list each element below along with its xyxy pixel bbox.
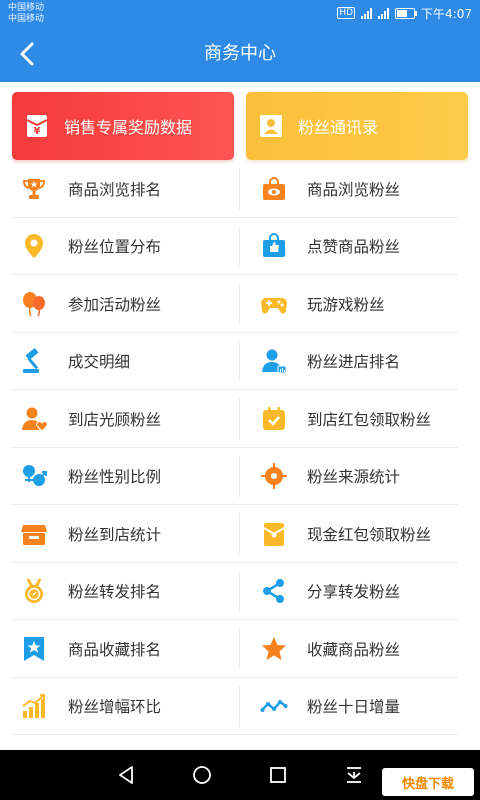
menu-row: 参加活动粉丝 玩游戏粉丝 — [0, 275, 480, 333]
menu-item-product-view-fans[interactable]: 商品浏览粉丝 — [240, 160, 480, 218]
menu-item-label: 粉丝到店统计 — [68, 525, 162, 544]
envelope-icon — [263, 522, 285, 546]
fan-contacts-label: 粉丝通讯录 — [298, 118, 379, 137]
menu-item-label: 点赞商品粉丝 — [307, 238, 401, 257]
menu-row: 商品浏览排名 商品浏览粉丝 — [0, 160, 480, 218]
menu-row: 粉丝到店统计 现金红包领取粉丝 — [0, 505, 480, 563]
menu-item-label: 粉丝来源统计 — [307, 468, 401, 487]
menu-row: 商品收藏排名 收藏商品粉丝 — [0, 620, 480, 678]
menu-item-event-fans[interactable]: 参加活动粉丝 — [0, 275, 239, 333]
nav-recents-icon[interactable] — [266, 763, 290, 787]
medal-icon — [25, 578, 43, 604]
menu-item-label: 粉丝进店排名 — [307, 353, 401, 372]
menu-row: 粉丝转发排名 分享转发粉丝 — [0, 563, 480, 621]
menu-item-label: 粉丝增幅环比 — [68, 698, 162, 717]
menu-item-deal-details[interactable]: 成交明细 — [0, 333, 239, 391]
location-pin-icon — [25, 234, 43, 259]
svg-text:¥: ¥ — [34, 126, 41, 137]
menu-item-product-view-rank[interactable]: 商品浏览排名 — [0, 160, 239, 218]
menu-item-fan-ten-day-increase[interactable]: 粉丝十日增量 — [240, 678, 480, 736]
trophy-icon — [22, 178, 46, 199]
menu-row: 粉丝增幅环比 粉丝十日增量 — [0, 678, 480, 736]
menu-item-label: 分享转发粉丝 — [307, 583, 401, 602]
carrier-label-2: 中国移动 — [8, 14, 45, 24]
menu-item-label: 商品收藏排名 — [68, 640, 162, 659]
menu-item-label: 粉丝转发排名 — [68, 583, 162, 602]
signal-icon-2 — [378, 7, 390, 19]
user-rank-icon — [262, 349, 287, 374]
menu-item-label: 粉丝位置分布 — [68, 238, 162, 257]
menu-item-fan-share-rank[interactable]: 粉丝转发排名 — [0, 563, 239, 621]
feature-cards: ¥ 销售专属奖励数据 粉丝通讯录 — [12, 92, 468, 160]
nav-back-icon[interactable] — [114, 763, 138, 787]
fan-contacts-button[interactable]: 粉丝通讯录 — [246, 92, 468, 160]
status-time: 下午4:07 — [421, 6, 472, 21]
menu-item-label: 商品浏览排名 — [68, 180, 162, 199]
red-envelope-icon: ¥ — [26, 115, 48, 137]
balloons-icon — [23, 291, 45, 317]
watermark-logo: 快盘下载 — [382, 768, 474, 796]
sales-reward-data-button[interactable]: ¥ 销售专属奖励数据 — [12, 92, 234, 160]
contact-card-icon — [260, 115, 282, 137]
menu-item-liked-product-fans[interactable]: 点赞商品粉丝 — [240, 218, 480, 276]
status-indicators: HD 下午4:07 — [337, 5, 472, 21]
gamepad-icon — [261, 297, 287, 314]
menu-item-product-favorite-rank[interactable]: 商品收藏排名 — [0, 620, 239, 678]
bag-thumb-icon — [263, 233, 285, 258]
menu-item-label: 商品浏览粉丝 — [307, 180, 401, 199]
menu-item-fan-store-rank[interactable]: 粉丝进店排名 — [240, 333, 480, 391]
menu-item-share-forward-fans[interactable]: 分享转发粉丝 — [240, 563, 480, 621]
menu-item-label: 收藏商品粉丝 — [307, 640, 401, 659]
menu-item-fan-growth-ratio[interactable]: 粉丝增幅环比 — [0, 678, 239, 736]
menu-row: 成交明细 粉丝进店排名 — [0, 333, 480, 391]
title-bar: 商务中心 — [0, 26, 480, 82]
menu-item-label: 粉丝十日增量 — [307, 698, 401, 717]
calendar-check-icon — [263, 406, 285, 430]
nav-home-icon[interactable] — [190, 763, 214, 787]
menu-item-favorite-product-fans[interactable]: 收藏商品粉丝 — [240, 620, 480, 678]
carrier-label-1: 中国移动 — [8, 3, 45, 13]
menu-item-fan-source-stats[interactable]: 粉丝来源统计 — [240, 448, 480, 506]
bar-growth-icon — [22, 694, 45, 719]
menu-row: 粉丝位置分布 点赞商品粉丝 — [0, 218, 480, 276]
menu-item-fan-store-stats[interactable]: 粉丝到店统计 — [0, 505, 239, 563]
menu-item-label: 成交明细 — [68, 353, 131, 372]
menu-item-label: 现金红包领取粉丝 — [307, 525, 432, 544]
store-icon — [21, 524, 47, 545]
share-icon — [263, 579, 284, 604]
status-bar: 中国移动 中国移动 HD 下午4:07 — [0, 0, 480, 26]
gender-icon — [23, 465, 47, 487]
back-arrow-icon[interactable] — [14, 39, 44, 69]
menu-item-label: 到店光顾粉丝 — [68, 410, 162, 429]
menu-item-game-fans[interactable]: 玩游戏粉丝 — [240, 275, 480, 333]
menu-row: 粉丝性别比例 粉丝来源统计 — [0, 448, 480, 506]
menu-item-label: 玩游戏粉丝 — [307, 295, 385, 314]
nav-notification-pulldown-icon[interactable] — [342, 763, 366, 787]
bookmark-star-icon — [24, 636, 44, 661]
system-nav-bar: 快盘下载 — [0, 750, 480, 800]
gavel-icon — [23, 348, 39, 374]
menu-item-fan-location[interactable]: 粉丝位置分布 — [0, 218, 239, 276]
line-trend-icon — [260, 700, 288, 713]
menu-item-label: 粉丝性别比例 — [68, 468, 162, 487]
battery-icon — [395, 7, 418, 19]
bag-eye-icon — [263, 176, 285, 200]
menu-item-store-visit-fans[interactable]: 到店光顾粉丝 — [0, 390, 239, 448]
user-heart-icon — [22, 407, 48, 432]
sales-reward-data-label: 销售专属奖励数据 — [64, 118, 193, 137]
target-icon — [261, 463, 287, 490]
hd-badge: HD — [337, 7, 356, 19]
menu-item-fan-gender-ratio[interactable]: 粉丝性别比例 — [0, 448, 239, 506]
menu-row: 到店光顾粉丝 到店红包领取粉丝 — [0, 390, 480, 448]
page-title: 商务中心 — [204, 43, 276, 64]
menu-grid: 商品浏览排名 商品浏览粉丝 粉丝位置分布 点赞商品粉丝 参加活动粉丝 玩游戏粉丝… — [0, 160, 480, 735]
signal-icon — [361, 7, 373, 19]
menu-item-store-redpacket-fans[interactable]: 到店红包领取粉丝 — [240, 390, 480, 448]
menu-item-label: 到店红包领取粉丝 — [307, 410, 432, 429]
watermark-text: 快盘下载 — [401, 776, 454, 792]
star-icon — [262, 636, 286, 660]
menu-item-cash-redpacket-fans[interactable]: 现金红包领取粉丝 — [240, 505, 480, 563]
menu-item-label: 参加活动粉丝 — [68, 295, 162, 314]
